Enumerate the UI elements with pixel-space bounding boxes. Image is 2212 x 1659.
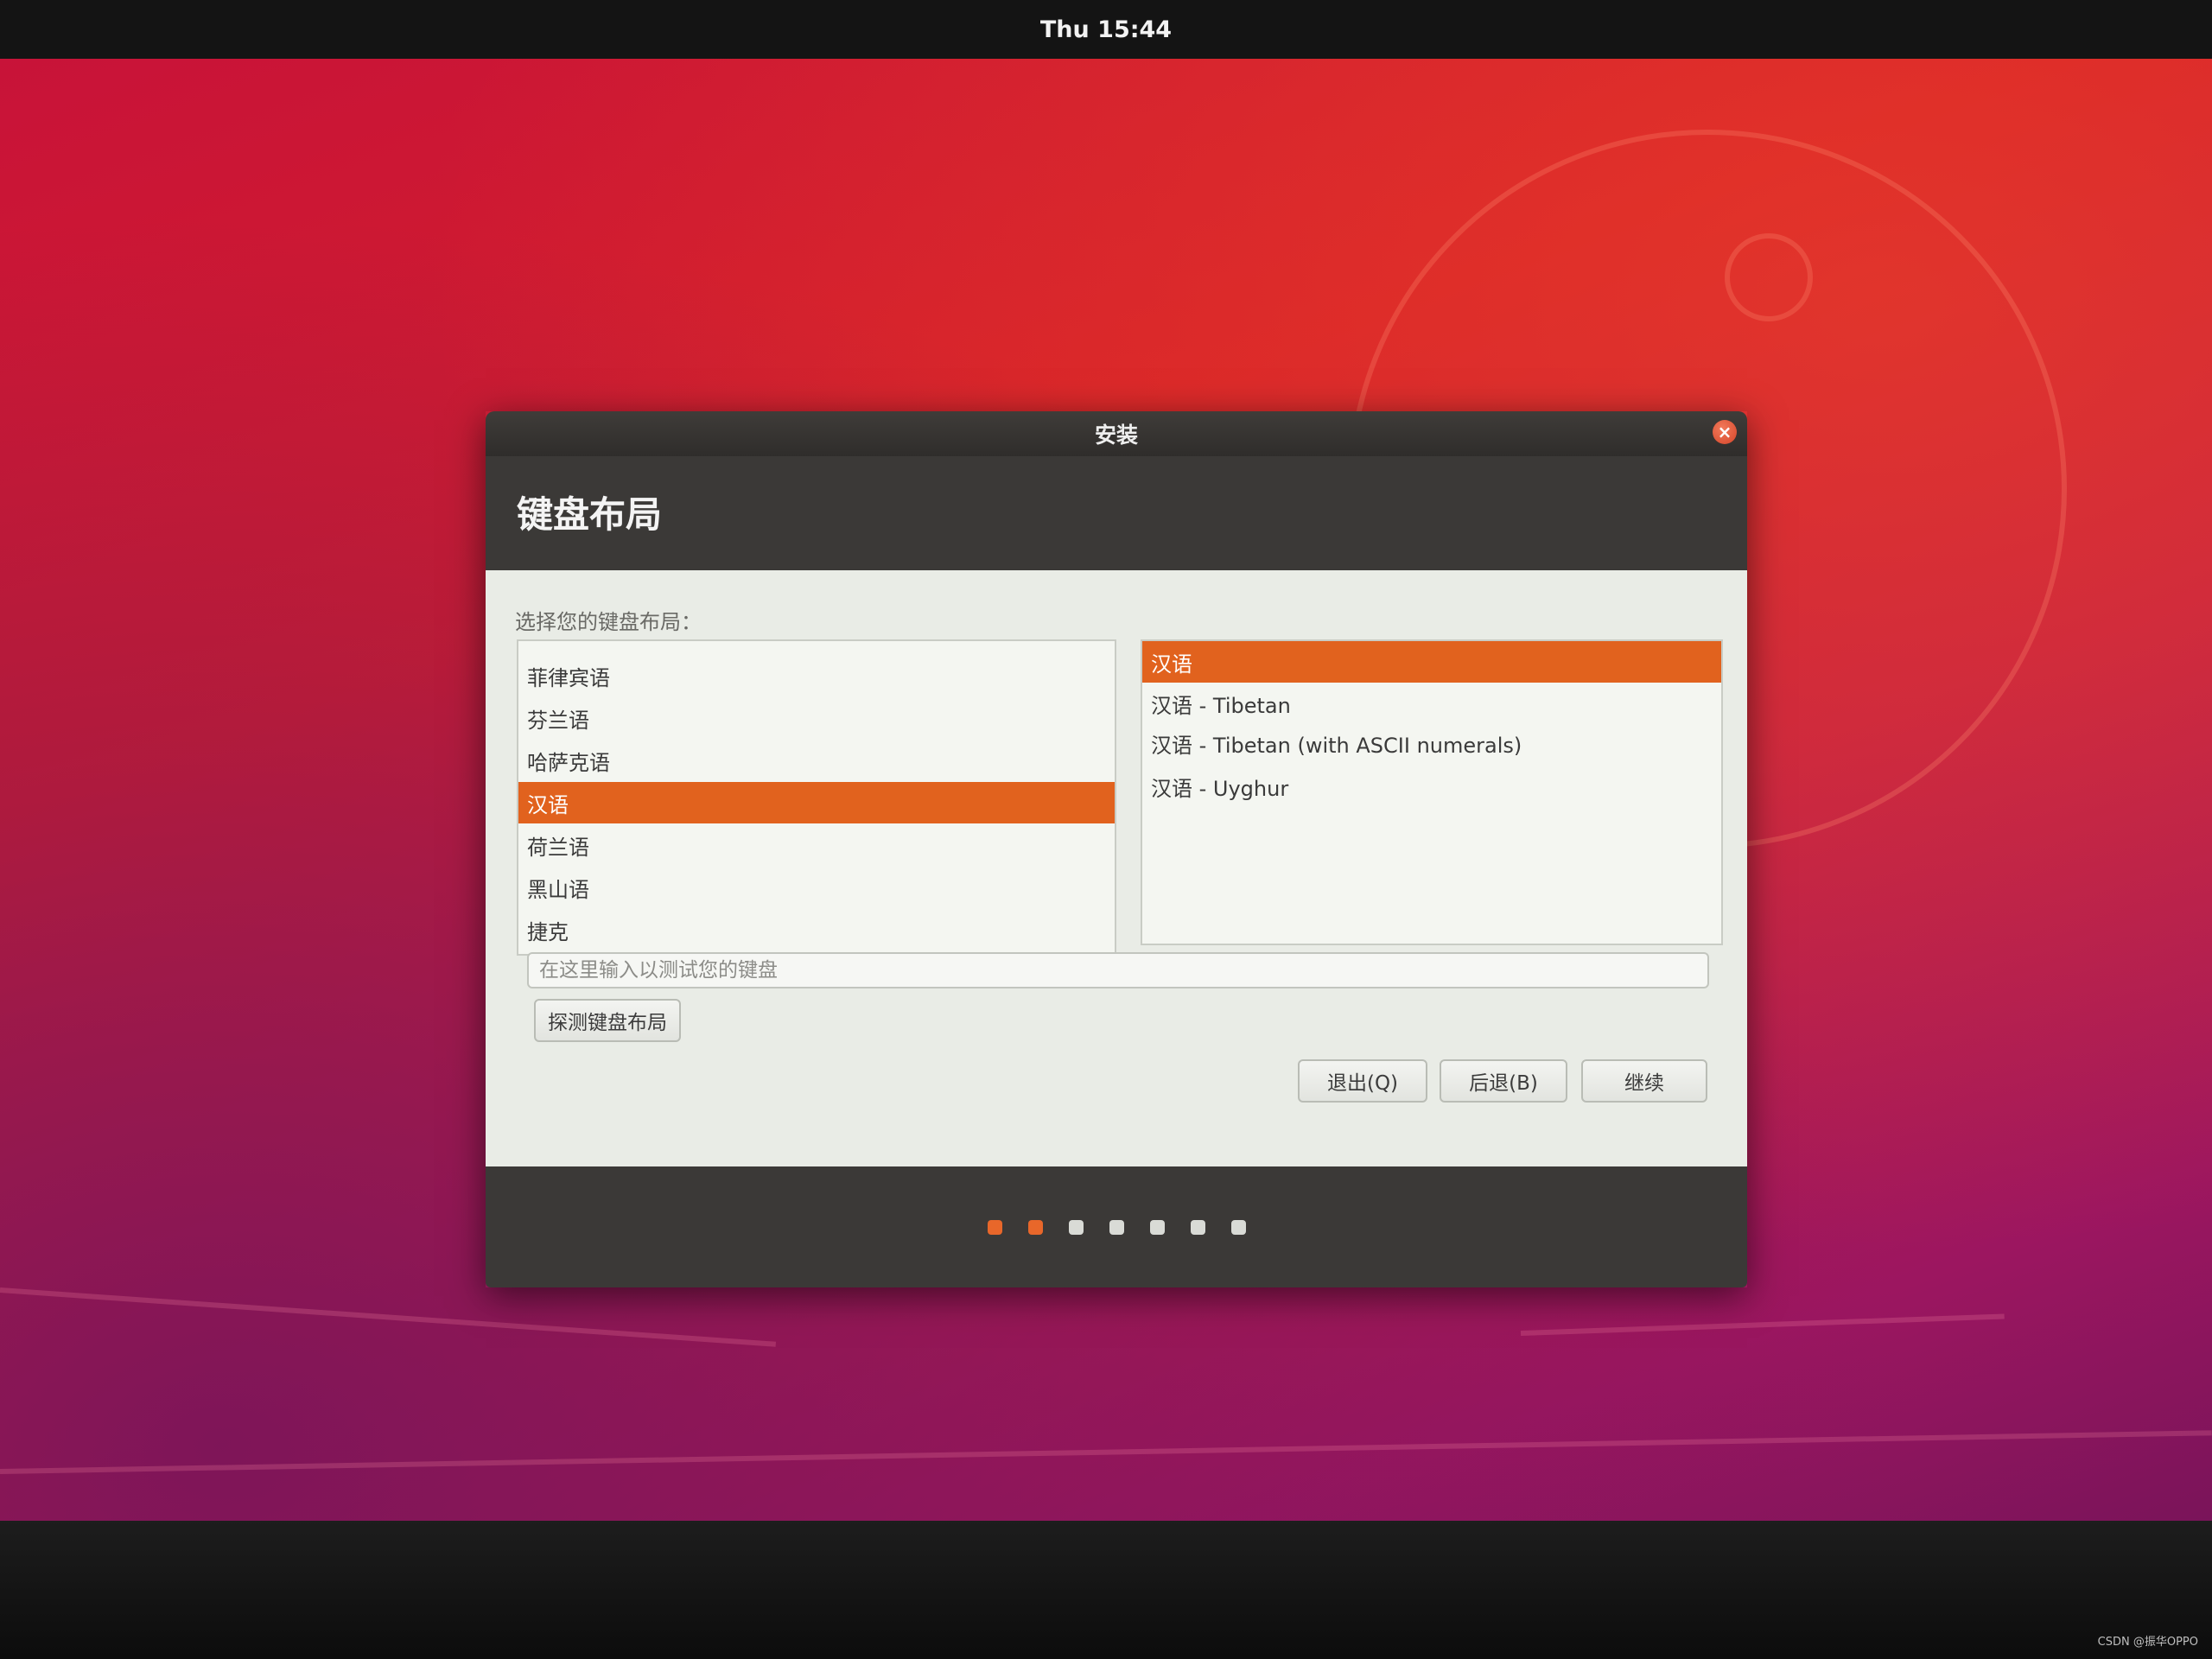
content-area: 选择您的键盘布局： 菲律宾语 芬兰语 哈萨克语 汉语 荷兰语 黑山语 捷克 汉语… [486, 570, 1747, 1166]
progress-dot [1109, 1219, 1124, 1235]
list-item[interactable]: 哈萨克语 [518, 740, 1115, 781]
variant-list[interactable]: 汉语 汉语 - Tibetan 汉语 - Tibetan (with ASCII… [1141, 639, 1723, 945]
progress-dot [1149, 1219, 1165, 1235]
continue-button[interactable]: 继续 [1581, 1059, 1707, 1103]
list-item-selected[interactable]: 汉语 [1142, 641, 1721, 683]
list-item[interactable]: 荷兰语 [518, 824, 1115, 866]
progress-dot [1190, 1219, 1205, 1235]
list-item[interactable]: 芬兰语 [518, 697, 1115, 739]
progress-dot [1068, 1219, 1084, 1235]
layout-list[interactable]: 菲律宾语 芬兰语 哈萨克语 汉语 荷兰语 黑山语 捷克 [517, 639, 1116, 956]
list-item[interactable]: 菲律宾语 [518, 655, 1115, 696]
installer-footer [486, 1166, 1747, 1287]
list-item[interactable]: 黑山语 [518, 867, 1115, 908]
wallpaper-line [0, 1287, 777, 1347]
back-button[interactable]: 后退(B) [1440, 1059, 1567, 1103]
keyboard-test-input[interactable] [527, 952, 1709, 988]
installer-window: 安装 × 键盘布局 选择您的键盘布局： 菲律宾语 芬兰语 哈萨克语 汉语 荷兰语… [486, 411, 1747, 1287]
list-item[interactable]: 汉语 - Tibetan [1142, 683, 1721, 724]
window-titlebar[interactable]: 安装 × [486, 411, 1747, 456]
watermark: CSDN @振华OPPO [2097, 1636, 2198, 1649]
layout-prompt: 选择您的键盘布局： [515, 610, 702, 634]
progress-dots [486, 1166, 1747, 1287]
progress-dot [987, 1219, 1002, 1235]
progress-dot [1230, 1219, 1246, 1235]
list-item[interactable]: 汉语 - Uyghur [1142, 766, 1721, 807]
top-bar: Thu 15:44 [0, 0, 2212, 59]
clock[interactable]: Thu 15:44 [1040, 16, 1172, 43]
close-icon[interactable]: × [1713, 420, 1737, 444]
quit-button[interactable]: 退出(Q) [1298, 1059, 1427, 1103]
wallpaper-ring-small [1725, 233, 1813, 321]
list-item[interactable]: 捷克 [518, 909, 1115, 950]
monitor-bezel [0, 1521, 2212, 1659]
wallpaper-line [1520, 1313, 2005, 1336]
page-header: 键盘布局 [486, 456, 1747, 570]
desktop: Thu 15:44 安装 × 键盘布局 选择您的键盘布局： 菲律宾语 芬兰语 哈… [0, 0, 2212, 1521]
window-title: 安装 [1094, 423, 1138, 448]
progress-dot [1027, 1219, 1043, 1235]
list-item[interactable]: 汉语 - Tibetan (with ASCII numerals) [1142, 722, 1721, 764]
page-title: 键盘布局 [517, 493, 663, 536]
list-item-selected[interactable]: 汉语 [518, 782, 1115, 823]
detect-layout-button[interactable]: 探测键盘布局 [534, 999, 681, 1042]
wallpaper-line [0, 1430, 2212, 1474]
